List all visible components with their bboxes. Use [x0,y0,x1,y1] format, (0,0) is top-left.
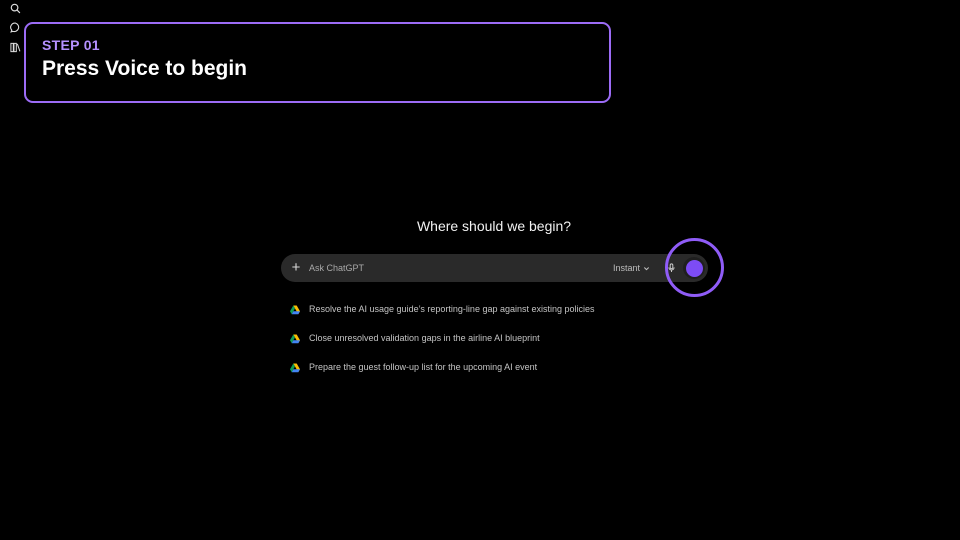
suggestion-label: Close unresolved validation gaps in the … [309,333,540,343]
google-drive-icon [290,334,300,344]
dictate-button[interactable] [666,262,676,274]
library-icon[interactable] [9,41,21,53]
step-callout: STEP 01 Press Voice to begin [24,22,611,103]
plus-icon: + [291,259,301,276]
suggestion-item[interactable]: Close unresolved validation gaps in the … [290,333,710,362]
page-title: Where should we begin? [416,218,572,234]
voice-button[interactable] [683,257,705,279]
suggestion-item[interactable]: Prepare the guest follow-up list for the… [290,362,710,391]
voice-orb-icon [685,259,703,277]
chat-bubble-icon[interactable] [9,21,21,33]
suggestion-list: Resolve the AI usage guide’s reporting-l… [290,304,710,391]
suggestion-label: Prepare the guest follow-up list for the… [309,362,538,372]
step-title: Press Voice to begin [42,57,248,80]
google-drive-icon [290,363,300,373]
google-drive-icon [290,305,300,315]
suggestion-item[interactable]: Resolve the AI usage guide’s reporting-l… [290,304,710,333]
app-window: STEP 01 Press Voice to begin Where shoul… [0,0,960,540]
add-attachment-button[interactable]: + [289,259,303,276]
model-mode-label: Instant [613,263,641,273]
step-number: STEP 01 [42,37,100,53]
search-icon[interactable] [9,2,21,14]
microphone-icon [667,263,675,272]
model-mode-select[interactable]: Instant [613,262,650,274]
prompt-input[interactable] [309,260,589,276]
chevron-down-icon [643,266,650,270]
suggestion-label: Resolve the AI usage guide’s reporting-l… [309,304,595,314]
composer: + Instant [281,254,708,282]
